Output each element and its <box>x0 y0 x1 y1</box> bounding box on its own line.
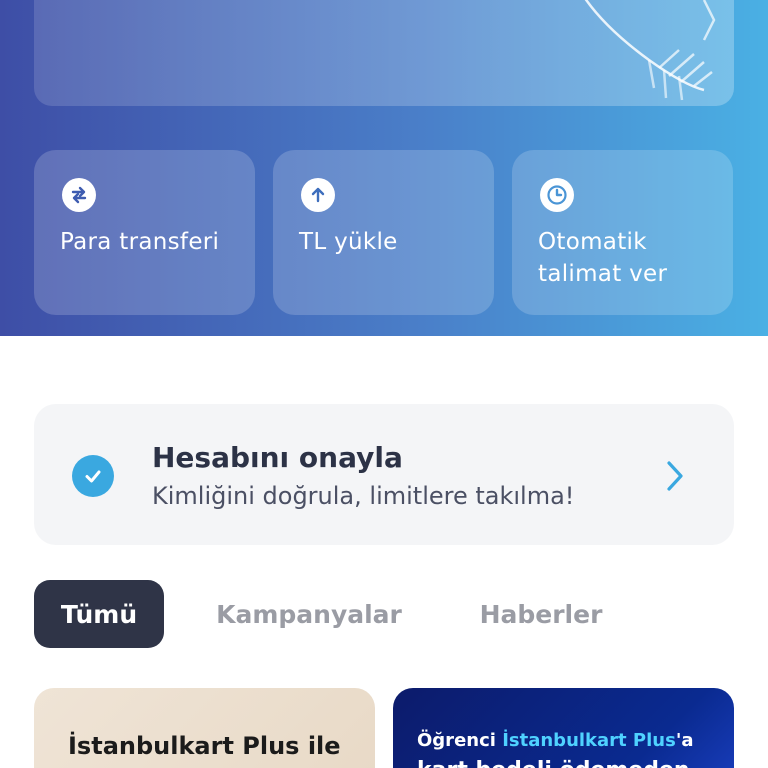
auto-instruction-label: Otomatik talimat ver <box>538 229 668 287</box>
promo-suffix: 'a <box>675 730 694 751</box>
transfer-arrows-icon <box>62 178 96 212</box>
tab-news[interactable]: Haberler <box>460 580 622 648</box>
check-icon <box>72 455 114 497</box>
promo-brand: İstanbulkart Plus <box>502 730 676 751</box>
promo-card-istanbulkart-plus[interactable]: İstanbulkart Plus ile <box>34 688 375 768</box>
verify-title: Hesabını onayla <box>152 441 403 474</box>
transfer-label: Para transferi <box>60 229 220 255</box>
promo-card-title: Öğrenci İstanbulkart Plus'a <box>417 730 693 751</box>
clock-icon <box>540 178 574 212</box>
load-tl-label: TL yükle <box>299 229 398 255</box>
promo-card-line2: kart bedeli ödemeden <box>417 758 690 768</box>
arrow-up-icon <box>301 178 335 212</box>
promo-card-text: İstanbulkart Plus ile <box>68 732 341 760</box>
hero-section: Para transferi TL yükle Otomatik talimat… <box>0 0 768 336</box>
chevron-right-icon <box>667 461 683 491</box>
load-tl-button[interactable]: TL yükle <box>273 150 494 315</box>
tab-all[interactable]: Tümü <box>34 580 164 648</box>
balance-card[interactable] <box>34 0 734 106</box>
promo-card-student[interactable]: Öğrenci İstanbulkart Plus'a kart bedeli … <box>393 688 734 768</box>
auto-instruction-button[interactable]: Otomatik talimat ver <box>512 150 733 315</box>
promo-prefix: Öğrenci <box>417 730 503 751</box>
verify-subtitle: Kimliğini doğrula, limitlere takılma! <box>152 482 575 510</box>
card-decoration-icon <box>584 0 716 101</box>
transfer-button[interactable]: Para transferi <box>34 150 255 315</box>
verify-account-banner[interactable]: Hesabını onayla Kimliğini doğrula, limit… <box>34 404 734 545</box>
tab-campaigns[interactable]: Kampanyalar <box>200 580 418 648</box>
